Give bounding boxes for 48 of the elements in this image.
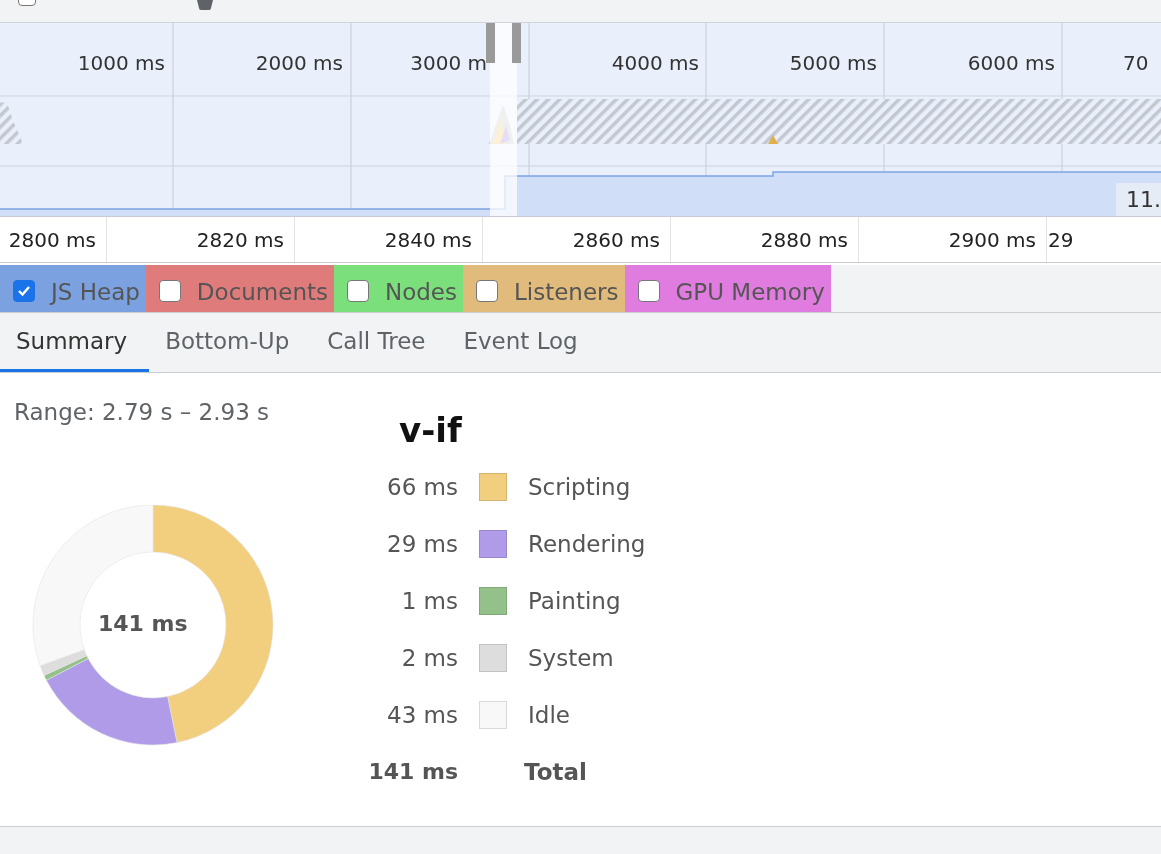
counter-toggle[interactable]: Nodes <box>334 265 463 312</box>
time-value: 66 ms <box>387 473 458 502</box>
category-label: System <box>528 644 615 673</box>
checkbox[interactable] <box>158 279 181 302</box>
time-label: 2860 ms <box>572 227 660 252</box>
time-label: 1000 ms <box>76 51 166 75</box>
counter-toggle[interactable]: JS Heap <box>0 265 146 312</box>
time-label: 5000 ms <box>788 51 878 75</box>
checkbox[interactable] <box>637 279 660 302</box>
checkbox[interactable] <box>476 279 498 302</box>
category-label: Rendering <box>528 530 646 559</box>
time-label: 2820 ms <box>196 227 284 252</box>
total-label: Total <box>524 758 588 787</box>
time-value: 43 ms <box>387 701 458 730</box>
category-label: Painting <box>528 587 622 616</box>
category-label: Scripting <box>528 473 632 502</box>
tab[interactable]: Event Log <box>447 313 600 372</box>
counter-toggle[interactable]: GPU Memory <box>624 265 831 312</box>
category-label: Idle <box>528 701 571 730</box>
time-label: 2900 ms <box>948 227 1036 252</box>
tab[interactable]: Bottom-Up <box>149 313 312 372</box>
total-value: 141 ms <box>368 758 458 786</box>
trash-icon[interactable] <box>196 0 214 10</box>
time-label: 2800 ms <box>8 227 96 252</box>
time-label: 2880 ms <box>760 227 848 252</box>
event-title: v-if <box>399 410 463 450</box>
checkbox[interactable] <box>347 279 369 302</box>
checkbox[interactable] <box>13 279 35 302</box>
time-label: 2840 ms <box>384 227 472 252</box>
time-label: 70 <box>1122 51 1150 75</box>
counter-toggle[interactable]: Documents <box>145 265 334 312</box>
tab[interactable]: Call Tree <box>311 313 448 372</box>
heap-reading: 11. <box>1116 183 1161 216</box>
counter-toggle[interactable]: Listeners <box>463 265 625 312</box>
range-text: Range: 2.79 s – 2.93 s <box>14 399 271 425</box>
tab[interactable]: Summary <box>0 313 150 372</box>
selection-window[interactable] <box>490 23 517 216</box>
total-time-label: 141 ms <box>98 611 188 636</box>
time-label: 6000 ms <box>966 51 1056 75</box>
range-handle[interactable] <box>486 23 495 63</box>
range-handle[interactable] <box>512 23 521 63</box>
time-value: 1 ms <box>401 587 458 616</box>
time-label: 2000 ms <box>254 51 344 75</box>
time-value: 29 ms <box>387 530 458 559</box>
time-label: 3000 m <box>409 51 487 75</box>
time-label: 29 <box>1048 227 1074 252</box>
time-label: 4000 ms <box>610 51 700 75</box>
time-value: 2 ms <box>401 644 458 673</box>
